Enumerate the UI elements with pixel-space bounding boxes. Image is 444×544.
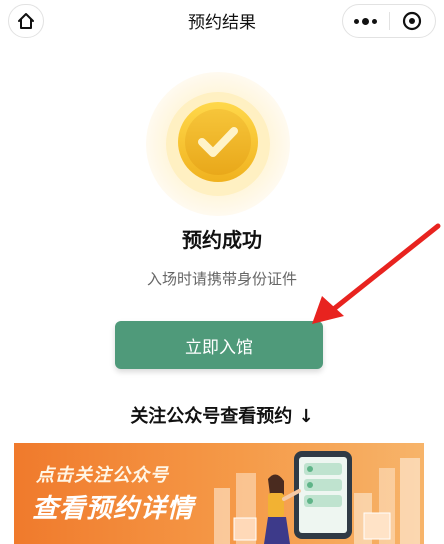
close-mini-program-button[interactable]	[390, 5, 436, 37]
check-icon	[146, 72, 290, 216]
banner-line2: 查看预约详情	[32, 494, 195, 524]
more-icon	[354, 17, 378, 25]
page: 预约结果 预约成功 入场时请携带身份证件 立即入馆 关注公众号查看预约 ↓ 点击…	[0, 0, 444, 544]
more-button[interactable]	[343, 5, 389, 37]
top-bar: 预约结果	[0, 0, 444, 42]
target-icon	[403, 11, 422, 31]
enter-venue-button[interactable]: 立即入馆	[115, 321, 323, 369]
mini-program-capsule	[342, 4, 436, 38]
banner-illustration	[214, 451, 420, 544]
result-hint: 入场时请携带身份证件	[146, 270, 297, 288]
result-status: 预约成功	[182, 228, 262, 252]
follow-banner[interactable]: 点击关注公众号 查看预约详情	[14, 443, 424, 544]
banner-line1: 点击关注公众号	[36, 465, 169, 486]
follow-official-account-text: 关注公众号查看预约 ↓	[130, 406, 314, 427]
